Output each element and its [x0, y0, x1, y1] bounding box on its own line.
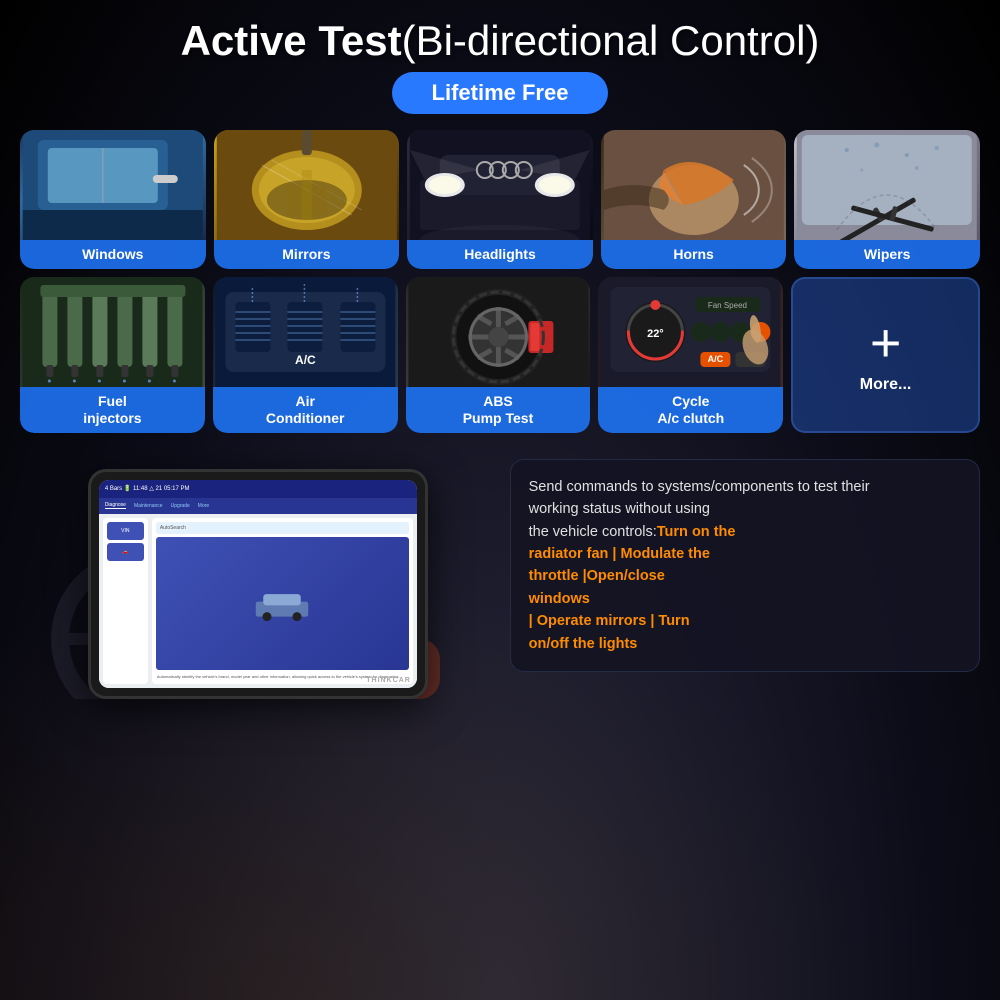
card-cycle-ac[interactable]: 22° Fan Speed A/C Cycle A/	[598, 277, 783, 433]
card-image-ac: A/C	[213, 277, 398, 387]
tablet-car-illustration	[156, 537, 409, 670]
card-image-abs	[406, 277, 591, 387]
tablet-autosearch-label: AutoSearch	[156, 522, 409, 534]
svg-text:A/C: A/C	[295, 353, 316, 367]
bottom-section: 4 Bars 🔋 11:48 △ 21 05:17 PM Diagnose Ma…	[20, 449, 980, 990]
tablet-sidebar: VIN 🚗	[103, 518, 148, 684]
svg-text:A/C: A/C	[708, 354, 724, 364]
card-label-headlights: Headlights	[407, 240, 593, 269]
tablet-navigation: Diagnose Maintenance Upgrade More	[99, 498, 417, 514]
card-label-mirrors: Mirrors	[214, 240, 400, 269]
tablet-sidebar-car-label: 🚗	[122, 549, 128, 555]
card-label-wipers: Wipers	[794, 240, 980, 269]
tablet-device[interactable]: 4 Bars 🔋 11:48 △ 21 05:17 PM Diagnose Ma…	[88, 469, 428, 699]
thinkcar-brand: THINKCAR	[366, 677, 411, 684]
tablet-nav-more[interactable]: More	[198, 503, 209, 509]
card-headlights[interactable]: Headlights	[407, 130, 593, 269]
info-description-box: Send commands to systems/components to t…	[510, 459, 980, 673]
card-label-horns: Horns	[601, 240, 787, 269]
card-windows[interactable]: Windows	[20, 130, 206, 269]
card-more[interactable]: + More...	[791, 277, 980, 433]
tablet-main: AutoSearch Automatically identi	[152, 518, 413, 684]
tablet-nav-upgrade[interactable]: Upgrade	[171, 503, 190, 509]
card-image-windows	[20, 130, 206, 240]
card-horns[interactable]: Horns	[601, 130, 787, 269]
card-image-wipers	[794, 130, 980, 240]
card-label-cycle-ac: Cycle A/c clutch	[598, 387, 783, 433]
tablet-status-bar: 4 Bars 🔋 11:48 △ 21 05:17 PM	[99, 480, 417, 498]
card-image-headlights	[407, 130, 593, 240]
svg-text:Fan Speed: Fan Speed	[708, 301, 747, 310]
lifetime-free-badge: Lifetime Free	[392, 72, 609, 114]
more-plus-icon: +	[870, 316, 902, 370]
tablet-sidebar-vin-label: VIN	[121, 528, 129, 534]
card-image-mirrors	[214, 130, 400, 240]
info-text-highlight: Turn on theradiator fan | Modulate theth…	[529, 524, 736, 652]
card-wipers[interactable]: Wipers	[794, 130, 980, 269]
card-mirrors[interactable]: Mirrors	[214, 130, 400, 269]
page-title: Active Test(Bi-directional Control)	[181, 18, 820, 64]
tablet-nav-maintenance[interactable]: Maintenance	[134, 503, 163, 509]
tablet-body: VIN 🚗 AutoSearch	[99, 514, 417, 688]
svg-text:22°: 22°	[647, 328, 664, 340]
card-image-horns	[601, 130, 787, 240]
title-normal-part: (Bi-directional Control)	[402, 17, 820, 64]
tablet-status-text: 4 Bars 🔋 11:48 △ 21 05:17 PM	[105, 485, 190, 492]
tablet-sidebar-vin[interactable]: VIN	[107, 522, 144, 540]
tablet-autosearch-text: AutoSearch	[160, 525, 186, 531]
title-bold-part: Active Test	[181, 17, 402, 64]
card-label-windows: Windows	[20, 240, 206, 269]
more-label: More...	[860, 376, 912, 394]
tablet-container: 4 Bars 🔋 11:48 △ 21 05:17 PM Diagnose Ma…	[20, 449, 496, 699]
tablet-nav-diagnose[interactable]: Diagnose	[105, 502, 126, 509]
card-image-fuel	[20, 277, 205, 387]
tablet-sidebar-car[interactable]: 🚗	[107, 543, 144, 561]
main-content: Active Test(Bi-directional Control) Life…	[0, 0, 1000, 1000]
feature-row-1: Windows	[20, 130, 980, 269]
tablet-screen: 4 Bars 🔋 11:48 △ 21 05:17 PM Diagnose Ma…	[99, 480, 417, 688]
card-image-cycle: 22° Fan Speed A/C	[598, 277, 783, 387]
